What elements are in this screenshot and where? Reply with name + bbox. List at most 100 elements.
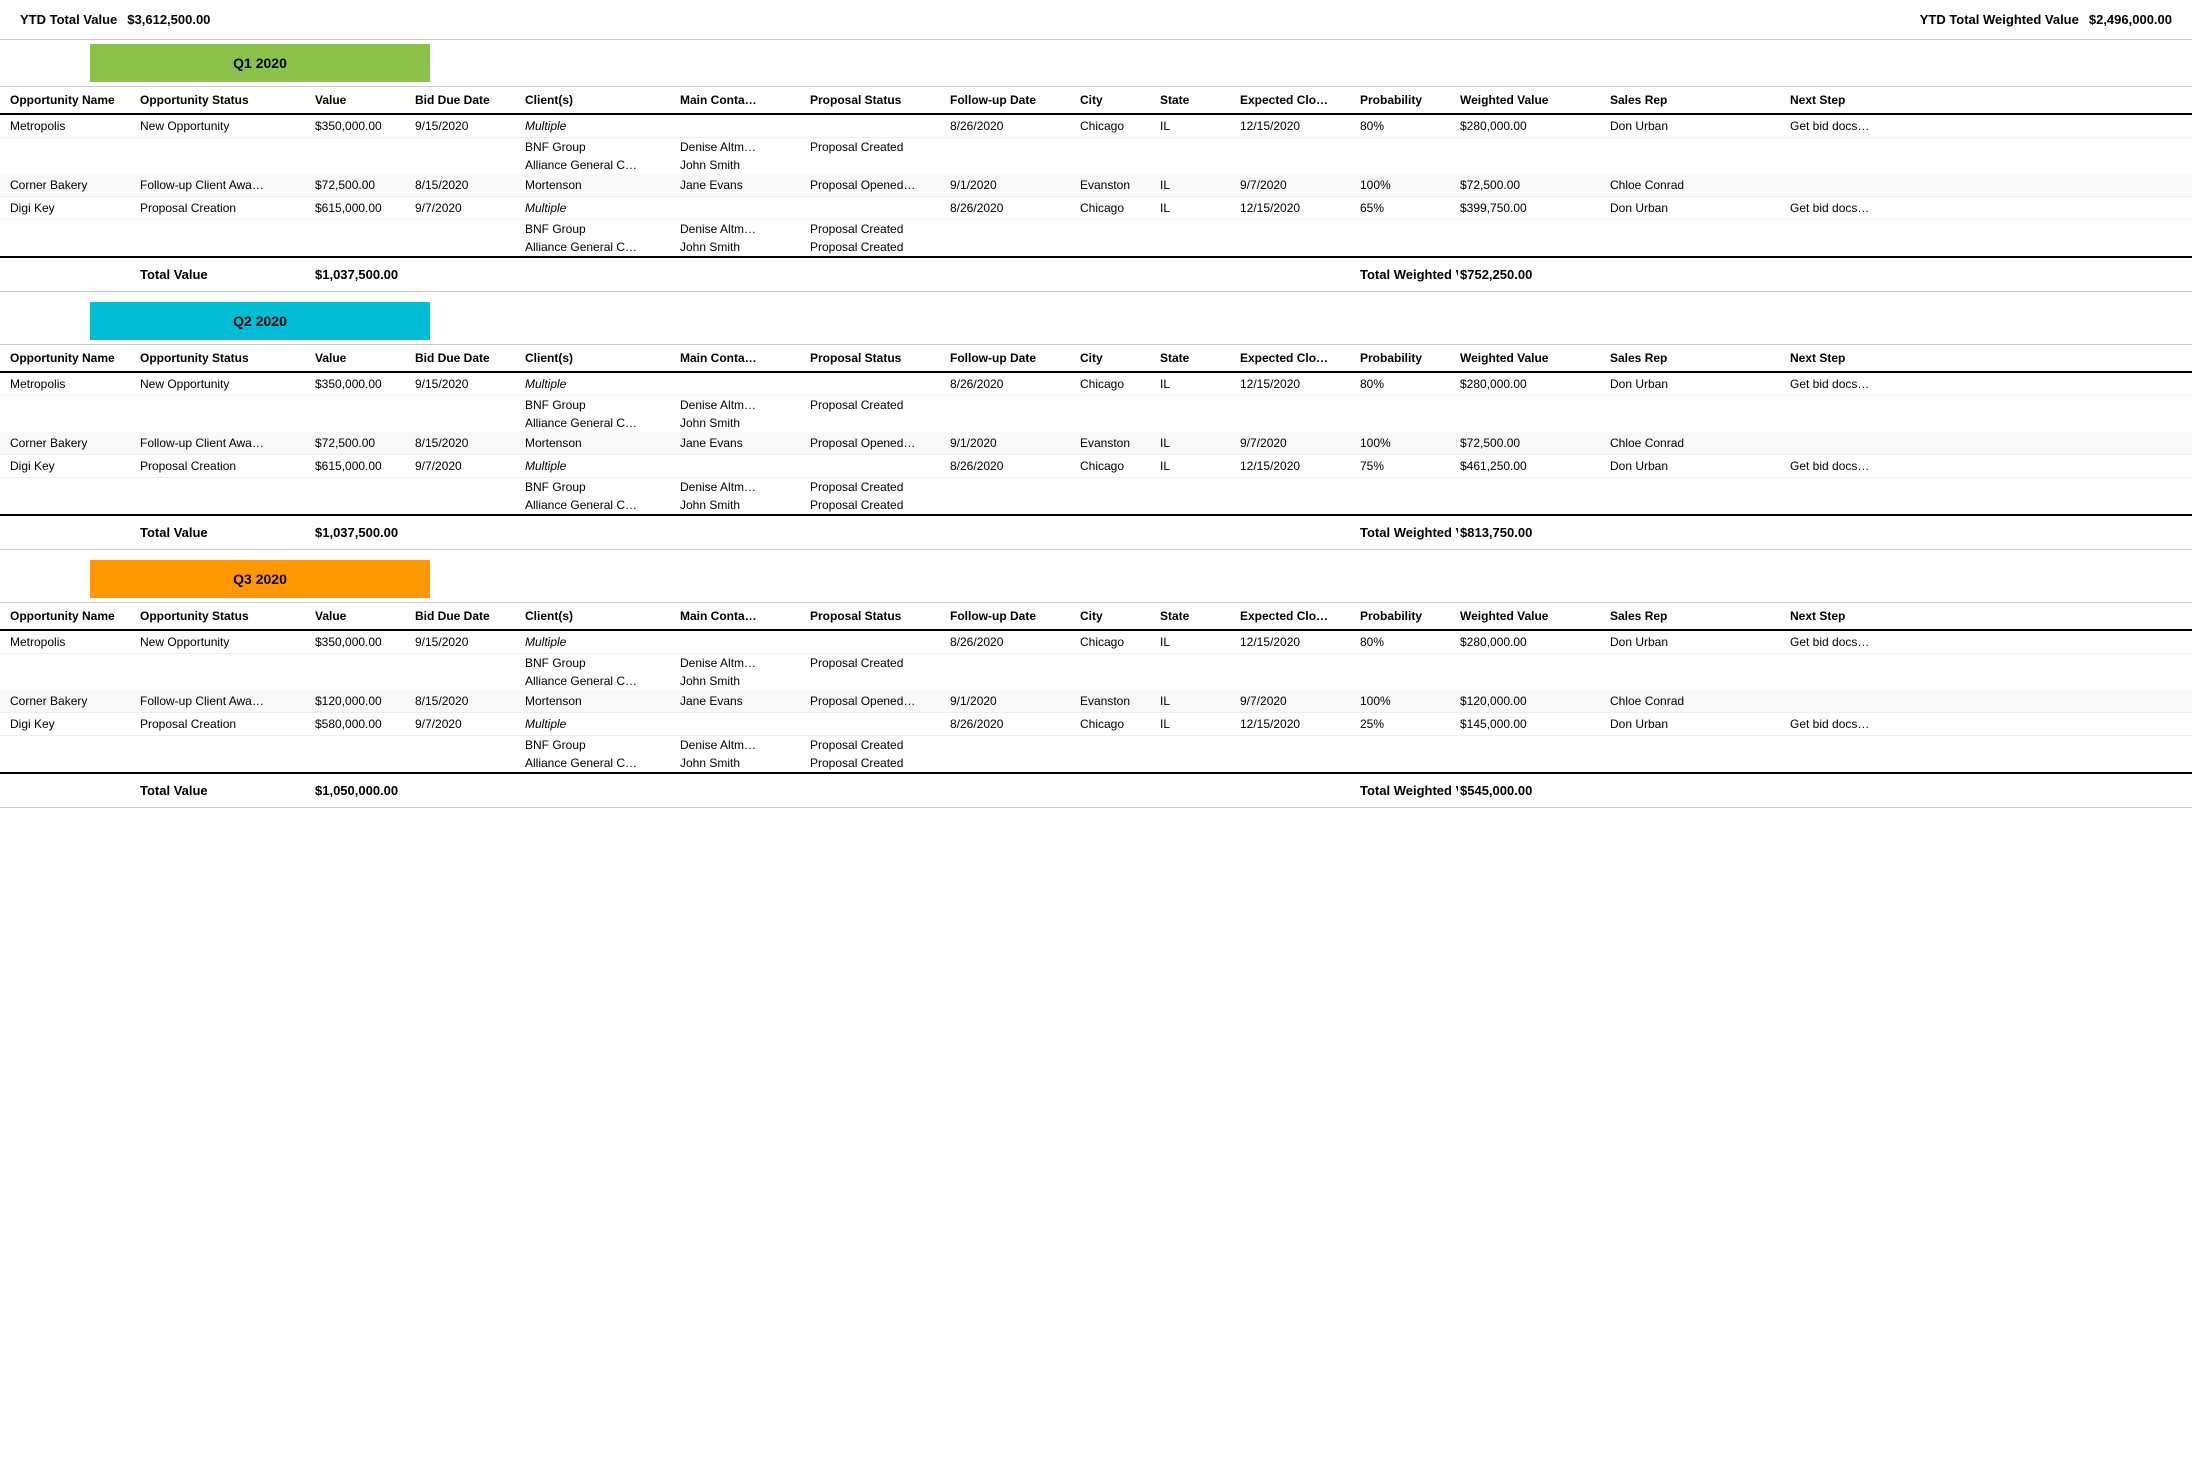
sub-row-0-0-1: BNF GroupDenise Altm…Proposal Created <box>0 138 2192 156</box>
cell-2-0-2-12 <box>1458 673 1608 689</box>
cell-1-2-2-13 <box>1608 497 1788 513</box>
cell-0-2-1-5: Denise Altm… <box>678 221 808 237</box>
cell-1-1-0-8: Evanston <box>1078 435 1158 451</box>
cell-0-0-2-13 <box>1608 157 1788 173</box>
col-header-1-5: Main Conta… <box>678 351 808 365</box>
cell-2-2-0-6 <box>808 716 948 718</box>
cell-0-1-0-1: Follow-up Client Awa… <box>138 177 313 193</box>
cell-2-0-1-6: Proposal Created <box>808 655 948 671</box>
cell-1-0-1-14 <box>1788 397 1908 413</box>
cell-2-1-0-8: Evanston <box>1078 693 1158 709</box>
cell-1-2-2-5: John Smith <box>678 497 808 513</box>
col-header-2-2: Value <box>313 609 413 623</box>
cell-2-0-0-6 <box>808 634 948 636</box>
col-header-1-3: Bid Due Date <box>413 351 523 365</box>
totals-cell-1-14 <box>1788 524 1908 541</box>
totals-cell-2-10 <box>1238 782 1358 799</box>
cell-1-1-0-2: $72,500.00 <box>313 435 413 451</box>
cell-2-2-0-14: Get bid docs… <box>1788 716 1908 732</box>
cell-2-1-0-9: IL <box>1158 693 1238 709</box>
cell-1-0-0-8: Chicago <box>1078 376 1158 392</box>
cell-2-0-0-2: $350,000.00 <box>313 634 413 650</box>
cell-2-0-2-4: Alliance General C… <box>523 673 678 689</box>
cell-2-2-0-11: 25% <box>1358 716 1458 732</box>
cell-0-0-0-0: Metropolis <box>8 118 138 134</box>
cell-0-0-2-5: John Smith <box>678 157 808 173</box>
cell-2-2-2-0 <box>8 755 138 771</box>
cell-1-2-2-3 <box>413 497 523 513</box>
cell-1-1-0-12: $72,500.00 <box>1458 435 1608 451</box>
cell-0-2-2-9 <box>1158 239 1238 255</box>
cell-0-0-1-12 <box>1458 139 1608 155</box>
totals-cell-1-4 <box>523 524 678 541</box>
cell-0-2-0-10: 12/15/2020 <box>1238 200 1358 216</box>
cell-0-2-0-11: 65% <box>1358 200 1458 216</box>
cell-1-2-0-9: IL <box>1158 458 1238 474</box>
cell-2-2-1-4: BNF Group <box>523 737 678 753</box>
cell-0-1-0-8: Evanston <box>1078 177 1158 193</box>
cell-0-2-1-2 <box>313 221 413 237</box>
col-headers-0: Opportunity NameOpportunity StatusValueB… <box>0 86 2192 115</box>
col-header-0-3: Bid Due Date <box>413 93 523 107</box>
totals-cell-2-9 <box>1158 782 1238 799</box>
cell-1-0-1-5: Denise Altm… <box>678 397 808 413</box>
cell-0-2-2-13 <box>1608 239 1788 255</box>
cell-2-0-0-0: Metropolis <box>8 634 138 650</box>
cell-0-2-1-14 <box>1788 221 1908 237</box>
cell-0-0-2-8 <box>1078 157 1158 173</box>
cell-0-2-1-7 <box>948 221 1078 237</box>
cell-1-1-0-6: Proposal Opened… <box>808 435 948 451</box>
cell-0-2-2-5: John Smith <box>678 239 808 255</box>
cell-2-0-2-14 <box>1788 673 1908 689</box>
sub-row-2-0-1: BNF GroupDenise Altm…Proposal Created <box>0 654 2192 672</box>
totals-row-2: Total Value$1,050,000.00Total Weighted V… <box>0 772 2192 808</box>
cell-0-0-2-1 <box>138 157 313 173</box>
cell-0-2-2-14 <box>1788 239 1908 255</box>
cell-0-0-1-3 <box>413 139 523 155</box>
cell-2-2-1-6: Proposal Created <box>808 737 948 753</box>
cell-1-0-0-11: 80% <box>1358 376 1458 392</box>
cell-1-2-0-6 <box>808 458 948 460</box>
data-table-2: MetropolisNew Opportunity$350,000.009/15… <box>0 631 2192 772</box>
cell-1-2-0-11: 75% <box>1358 458 1458 474</box>
totals-cell-0-4 <box>523 266 678 283</box>
cell-1-0-2-0 <box>8 415 138 431</box>
cell-2-1-0-12: $120,000.00 <box>1458 693 1608 709</box>
cell-0-0-1-2 <box>313 139 413 155</box>
col-header-1-10: Expected Clo… <box>1238 351 1358 365</box>
cell-2-2-2-9 <box>1158 755 1238 771</box>
cell-0-1-0-9: IL <box>1158 177 1238 193</box>
cell-1-0-0-4: Multiple <box>523 376 678 392</box>
cell-0-0-0-13: Don Urban <box>1608 118 1788 134</box>
cell-2-0-1-12 <box>1458 655 1608 671</box>
cell-1-0-1-10 <box>1238 397 1358 413</box>
cell-2-2-2-12 <box>1458 755 1608 771</box>
cell-1-0-1-12 <box>1458 397 1608 413</box>
cell-2-0-0-7: 8/26/2020 <box>948 634 1078 650</box>
cell-1-0-2-11 <box>1358 415 1458 431</box>
cell-1-2-1-14 <box>1788 479 1908 495</box>
cell-1-0-2-10 <box>1238 415 1358 431</box>
col-header-1-12: Weighted Value <box>1458 351 1608 365</box>
cell-0-2-1-10 <box>1238 221 1358 237</box>
cell-0-2-0-12: $399,750.00 <box>1458 200 1608 216</box>
col-header-0-0: Opportunity Name <box>8 93 138 107</box>
cell-1-2-2-0 <box>8 497 138 513</box>
cell-2-2-1-3 <box>413 737 523 753</box>
cell-0-2-1-6: Proposal Created <box>808 221 948 237</box>
data-table-0: MetropolisNew Opportunity$350,000.009/15… <box>0 115 2192 256</box>
cell-1-0-2-9 <box>1158 415 1238 431</box>
col-header-0-9: State <box>1158 93 1238 107</box>
cell-0-2-0-6 <box>808 200 948 202</box>
cell-2-2-2-10 <box>1238 755 1358 771</box>
totals-cell-1-11: Total Weighted Value <box>1358 524 1458 541</box>
cell-0-0-1-10 <box>1238 139 1358 155</box>
totals-cell-1-2: $1,037,500.00 <box>313 524 413 541</box>
cell-0-2-0-1: Proposal Creation <box>138 200 313 216</box>
cell-2-2-2-6: Proposal Created <box>808 755 948 771</box>
col-header-0-2: Value <box>313 93 413 107</box>
cell-1-2-2-1 <box>138 497 313 513</box>
cell-2-0-2-1 <box>138 673 313 689</box>
col-header-1-11: Probability <box>1358 351 1458 365</box>
totals-cell-2-0 <box>8 782 138 799</box>
